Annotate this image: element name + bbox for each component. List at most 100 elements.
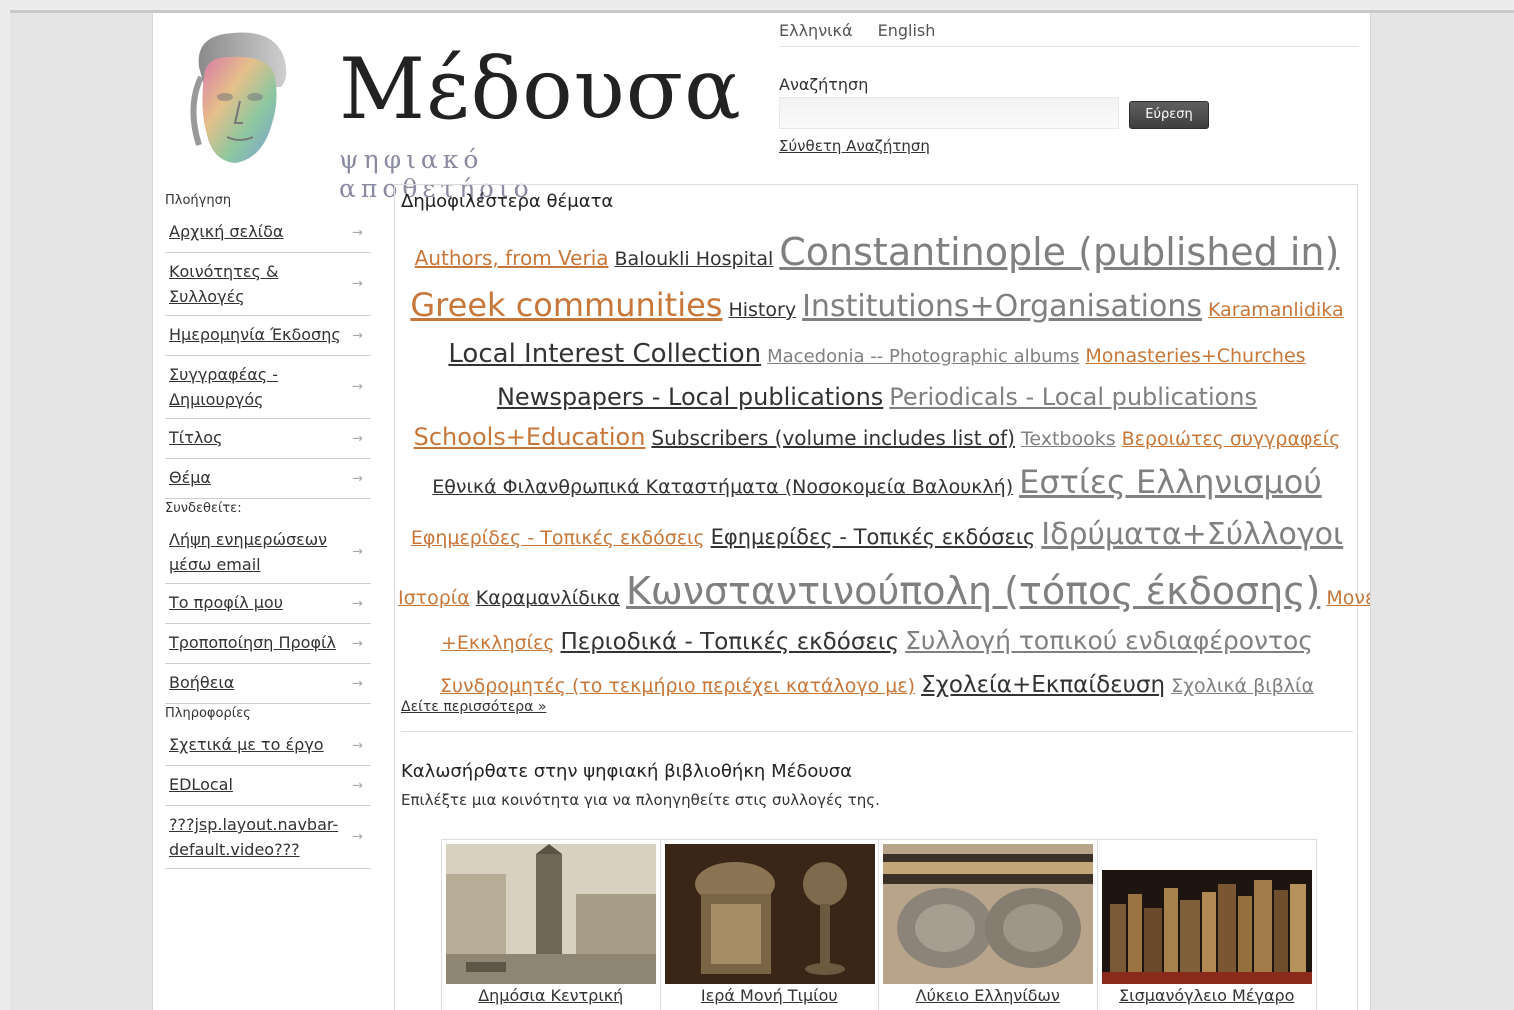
tag-link[interactable]: Textbooks bbox=[1021, 419, 1116, 459]
welcome-title: Καλωσήρθατε στην ψηφιακή βιβλιοθήκη Μέδο… bbox=[401, 761, 853, 782]
community-caption[interactable]: Ιερά Μονή Τιμίου bbox=[661, 986, 879, 1005]
tag-link[interactable]: Schools+Education bbox=[414, 417, 646, 457]
sidebar-item-nav-4[interactable]: Τίτλος → bbox=[165, 419, 371, 459]
tag-link[interactable]: Εφημερίδες - Τοπικές εκδόσεις bbox=[411, 510, 705, 566]
sidebar-item-login-1[interactable]: Το προφίλ μου → bbox=[165, 584, 371, 624]
tag-link[interactable]: Monasteries+Churches bbox=[1085, 333, 1305, 379]
tag-cloud-line: Schools+Education Subscribers (volume inc… bbox=[395, 417, 1359, 457]
sidebar-item-label[interactable]: Σχετικά με το έργο bbox=[169, 735, 324, 754]
tag-cloud-line: Greek communities History Institutions+Org… bbox=[395, 279, 1359, 331]
tag-cloud-line: Εφημερίδες - Τοπικές εκδόσεις Εφημερίδες … bbox=[395, 507, 1359, 563]
sidebar: Πλοήγηση Αρχική σελίδα → Κοινότητες & Συλλ… bbox=[165, 191, 371, 869]
tag-link[interactable]: Κωνσταντινούπολη (τόπος έκδοσης) bbox=[626, 563, 1320, 619]
sidebar-item-login-2[interactable]: Τροποποίηση Προφίλ → bbox=[165, 624, 371, 664]
page-background-left bbox=[10, 13, 152, 1010]
arrow-right-icon: → bbox=[352, 431, 363, 446]
tag-link[interactable]: Institutions+Organisations bbox=[802, 281, 1202, 333]
community-card[interactable]: Λύκειο Ελληνίδων bbox=[879, 840, 1098, 1010]
tag-link[interactable]: Ιδρύματα+Σύλλογοι bbox=[1041, 507, 1343, 563]
tag-link[interactable]: Macedonia -- Photographic albums bbox=[767, 334, 1079, 380]
language-selector: Ελληνικά English bbox=[779, 21, 1359, 47]
arrow-right-icon: → bbox=[352, 636, 363, 651]
tag-link[interactable]: Authors, from Veria bbox=[415, 231, 609, 285]
tag-cloud: Authors, from Veria Baloukli Hospital Cons… bbox=[395, 225, 1370, 708]
sidebar-item-label[interactable]: Βοήθεια bbox=[169, 673, 234, 692]
tag-link[interactable]: History bbox=[728, 284, 796, 336]
sidebar-item-nav-3[interactable]: Συγγραφέας - Δημιουργός → bbox=[165, 356, 371, 419]
tag-cloud-line: Authors, from Veria Baloukli Hospital Cons… bbox=[395, 225, 1359, 279]
info-list: Σχετικά με το έργο → EDLocal → ???jsp.layout… bbox=[165, 726, 371, 869]
see-more-link[interactable]: Δείτε περισσότερα » bbox=[401, 699, 546, 715]
sidebar-item-label[interactable]: Τίτλος bbox=[169, 428, 222, 447]
arrow-right-icon: → bbox=[352, 225, 363, 240]
info-heading: Πληροφορίες bbox=[165, 706, 251, 721]
tag-link[interactable]: Καραμανλίδικα bbox=[476, 570, 620, 626]
tag-cloud-line: Newspapers - Local publications Periodica… bbox=[395, 377, 1359, 417]
tag-cloud-line: +Εκκλησίες Περιοδικά - Τοπικές εκδόσεις Συ… bbox=[395, 619, 1359, 663]
arrow-right-icon: → bbox=[352, 676, 363, 691]
tag-link[interactable]: Περιοδικά - Τοπικές εκδόσεις bbox=[560, 620, 899, 664]
tag-link[interactable]: Greek communities bbox=[410, 279, 722, 331]
lang-english-link[interactable]: English bbox=[878, 21, 936, 40]
sidebar-item-label[interactable]: EDLocal bbox=[169, 775, 233, 794]
sidebar-item-label[interactable]: Ημερομηνία Έκδοσης bbox=[169, 325, 341, 344]
sidebar-item-login-3[interactable]: Βοήθεια → bbox=[165, 664, 371, 704]
sidebar-item-info-0[interactable]: Σχετικά με το έργο → bbox=[165, 726, 371, 766]
community-card[interactable]: Σισμανόγλειο Μέγαρο bbox=[1098, 840, 1317, 1010]
tag-link[interactable]: Εστίες Ελληνισμού bbox=[1019, 457, 1322, 507]
sidebar-item-label[interactable]: ???jsp.layout.navbar-default.video??? bbox=[169, 815, 338, 859]
search-button[interactable]: Εύρεση bbox=[1129, 101, 1209, 129]
arrow-right-icon: → bbox=[352, 328, 363, 343]
sidebar-item-login-0[interactable]: Λήψη ενημερώσεων μέσω email → bbox=[165, 521, 371, 584]
advanced-search-link[interactable]: Σύνθετη Αναζήτηση bbox=[779, 137, 930, 155]
nav-list: Αρχική σελίδα → Κοινότητες & Συλλογές → Ημερ… bbox=[165, 213, 371, 499]
search-input[interactable] bbox=[779, 97, 1119, 129]
arrow-right-icon: → bbox=[352, 829, 363, 845]
sidebar-item-nav-2[interactable]: Ημερομηνία Έκδοσης → bbox=[165, 316, 371, 356]
tag-link[interactable]: Μονές bbox=[1326, 570, 1370, 626]
sidebar-item-label[interactable]: Λήψη ενημερώσεων μέσω email bbox=[169, 530, 327, 574]
site-logo[interactable]: Μέδουσα ψηφιακό αποθετήριο bbox=[183, 19, 741, 203]
sidebar-item-label[interactable]: Συγγραφέας - Δημιουργός bbox=[169, 365, 278, 409]
tag-link[interactable]: Συλλογή τοπικού ενδιαφέροντος bbox=[905, 619, 1313, 663]
community-card[interactable]: Δημόσια Κεντρική bbox=[442, 840, 661, 1010]
tag-link[interactable]: Σχολικά βιβλία bbox=[1171, 664, 1314, 708]
tag-link[interactable]: Baloukli Hospital bbox=[615, 232, 774, 286]
community-caption[interactable]: Δημόσια Κεντρική bbox=[442, 986, 660, 1005]
tag-link[interactable]: Σχολεία+Εκπαίδευση bbox=[921, 663, 1165, 707]
sidebar-item-label[interactable]: Αρχική σελίδα bbox=[169, 222, 283, 241]
popular-topics-title: Δημοφιλέστερα θέματα bbox=[401, 191, 614, 212]
sidebar-item-nav-5[interactable]: Θέμα → bbox=[165, 459, 371, 499]
sidebar-item-label[interactable]: Κοινότητες & Συλλογές bbox=[169, 262, 278, 306]
tag-link[interactable]: Subscribers (volume includes list of) bbox=[651, 418, 1015, 458]
arrow-right-icon: → bbox=[352, 596, 363, 611]
tag-link[interactable]: Periodicals - Local publications bbox=[889, 377, 1257, 417]
tag-link[interactable]: Constantinople (published in) bbox=[779, 225, 1339, 279]
tag-link[interactable]: Εθνικά Φιλανθρωπικά Καταστήματα (Νοσοκομ… bbox=[432, 462, 1013, 512]
tag-link[interactable]: +Εκκλησίες bbox=[441, 621, 555, 665]
sidebar-item-label[interactable]: Θέμα bbox=[169, 468, 211, 487]
tag-link[interactable]: Ιστορία bbox=[398, 570, 470, 626]
sidebar-item-nav-1[interactable]: Κοινότητες & Συλλογές → bbox=[165, 253, 371, 316]
tag-link[interactable]: Karamanlidika bbox=[1208, 284, 1344, 336]
sidebar-item-label[interactable]: Τροποποίηση Προφίλ bbox=[169, 633, 336, 652]
tag-link[interactable]: Newspapers - Local publications bbox=[497, 377, 883, 417]
arrow-right-icon: → bbox=[352, 379, 363, 395]
sidebar-item-label[interactable]: Το προφίλ μου bbox=[169, 593, 283, 612]
welcome-text: Επιλέξτε μια κοινότητα για να πλοηγηθείτ… bbox=[401, 791, 880, 809]
old-books-photo bbox=[1101, 844, 1312, 984]
community-caption[interactable]: Σισμανόγλειο Μέγαρο bbox=[1098, 986, 1317, 1005]
tag-link[interactable]: Εφημερίδες - Τοπικές εκδόσεις bbox=[711, 509, 1036, 565]
arrow-right-icon: → bbox=[352, 276, 363, 292]
sidebar-item-info-1[interactable]: EDLocal → bbox=[165, 766, 371, 806]
clock-tower-photo bbox=[446, 844, 656, 984]
tag-link[interactable]: Βεροιώτες συγγραφείς bbox=[1122, 419, 1341, 459]
sidebar-item-info-2[interactable]: ???jsp.layout.navbar-default.video??? → bbox=[165, 806, 371, 869]
reliquary-photo bbox=[664, 844, 875, 984]
arrow-right-icon: → bbox=[352, 544, 363, 560]
community-card[interactable]: Ιερά Μονή Τιμίου bbox=[661, 840, 879, 1010]
lang-greek-link[interactable]: Ελληνικά bbox=[779, 21, 853, 40]
tag-link[interactable]: Local Interest Collection bbox=[448, 331, 761, 377]
community-caption[interactable]: Λύκειο Ελληνίδων bbox=[879, 986, 1097, 1005]
sidebar-item-nav-0[interactable]: Αρχική σελίδα → bbox=[165, 213, 371, 253]
